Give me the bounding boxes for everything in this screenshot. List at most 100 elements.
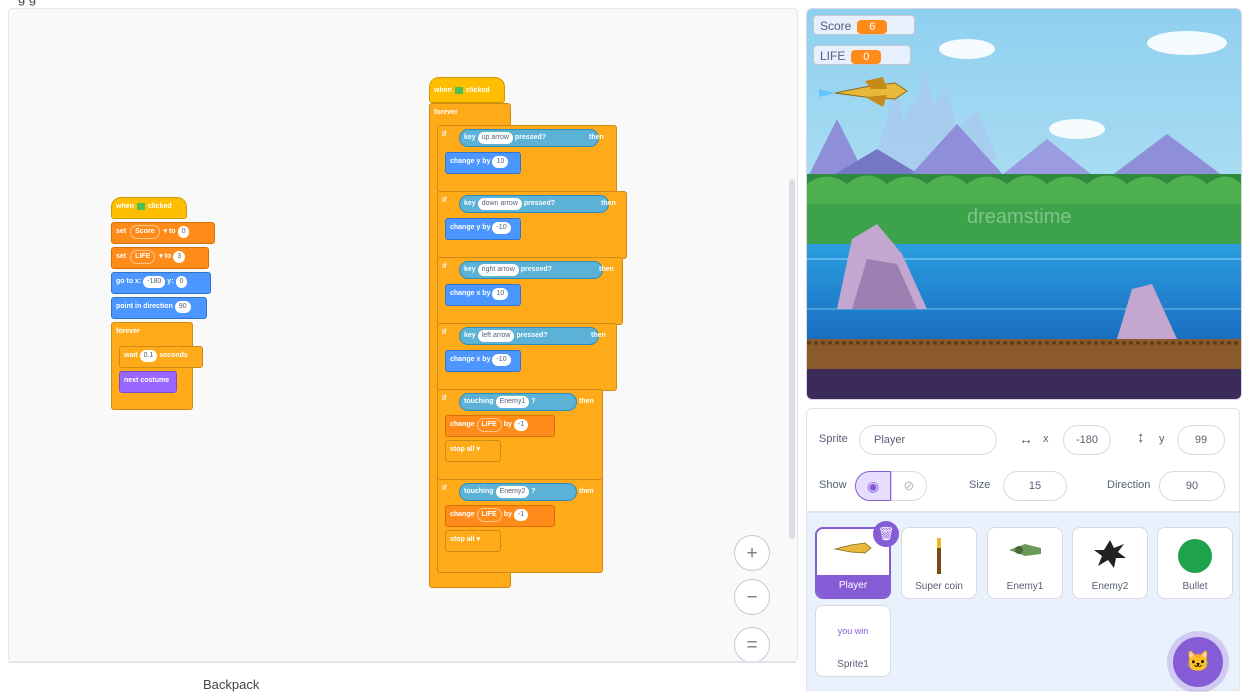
key-dropdown[interactable]: left arrow — [477, 330, 515, 342]
direction-label: Direction — [1107, 479, 1151, 491]
life-monitor[interactable]: LIFE 0 — [813, 45, 911, 65]
change-life-block[interactable]: change LIFE by -1 — [445, 505, 555, 527]
key-pressed-left[interactable]: key left arrow pressed? — [459, 327, 599, 345]
seconds-input[interactable]: 0.1 — [139, 350, 158, 362]
direction-input[interactable]: 90 — [1159, 471, 1225, 501]
block-text: change y by — [450, 158, 491, 165]
block-text: pressed? — [514, 134, 547, 141]
point-in-direction-block[interactable]: point in direction 90 — [111, 297, 207, 319]
touching-enemy2[interactable]: touching Enemy2? — [459, 483, 577, 501]
key-dropdown[interactable]: down arrow — [477, 198, 522, 210]
stop-dropdown[interactable]: all — [467, 536, 475, 543]
key-pressed-down[interactable]: key down arrow pressed? — [459, 195, 609, 213]
stop-all-block[interactable]: stop all ▾ — [445, 440, 501, 462]
x-label: x — [1043, 433, 1049, 445]
sprite-tile-bullet[interactable]: Bullet — [1157, 527, 1233, 599]
change-y-down-block[interactable]: change y by -10 — [445, 218, 521, 240]
when-flag-clicked-block[interactable]: when clicked — [429, 77, 505, 103]
variable-dropdown[interactable]: LIFE — [476, 418, 502, 432]
set-score-block[interactable]: set Score ▾ to 0 — [111, 222, 215, 244]
x-input[interactable]: -180 — [1063, 425, 1111, 455]
y-label: y — [1159, 433, 1165, 445]
sprite-tile-sprite1[interactable]: you win Sprite1 — [815, 605, 891, 677]
sprite-label: Sprite — [819, 433, 848, 445]
size-label: Size — [969, 479, 991, 491]
key-pressed-up[interactable]: key up arrow pressed? — [459, 129, 599, 147]
sprite-tile-enemy1[interactable]: Enemy1 — [987, 527, 1063, 599]
zoom-out-button[interactable]: − — [734, 579, 770, 615]
block-text: if — [442, 131, 447, 138]
sprite-name: Enemy1 — [1006, 581, 1044, 592]
when-flag-clicked-block[interactable]: when clicked — [111, 197, 187, 219]
x-input[interactable]: -180 — [143, 276, 166, 288]
value-input[interactable]: -1 — [513, 509, 529, 521]
value-input[interactable]: 10 — [492, 288, 509, 300]
backpack-bar[interactable]: Backpack — [8, 662, 796, 692]
code-area[interactable]: when clicked set Score ▾ to 0 set LIFE ▾ t… — [8, 8, 798, 662]
variable-dropdown[interactable]: LIFE — [130, 250, 156, 264]
then-label: then — [579, 398, 594, 405]
sprite-dropdown[interactable]: Enemy2 — [495, 486, 530, 498]
block-text: clicked — [147, 203, 172, 210]
sprite-name-input[interactable]: Player — [859, 425, 997, 455]
then-label: then — [589, 134, 604, 141]
backpack-label: Backpack — [203, 677, 260, 692]
then-label: then — [591, 332, 606, 339]
zoom-in-button[interactable]: + — [734, 535, 770, 571]
stage[interactable]: dreamstime Score 6 LIFE 0 — [806, 8, 1242, 400]
value-input[interactable]: -1 — [513, 419, 529, 431]
y-input[interactable]: 0 — [175, 276, 188, 288]
stop-all-block[interactable]: stop all ▾ — [445, 530, 501, 552]
sprite-dropdown[interactable]: Enemy1 — [495, 396, 530, 408]
sprite-tile-enemy2[interactable]: Enemy2 — [1072, 527, 1148, 599]
block-text: key — [464, 266, 476, 273]
block-text: change — [450, 511, 475, 518]
set-life-block[interactable]: set LIFE ▾ to 3 — [111, 247, 209, 269]
sprite-tile-super-coin[interactable]: Super coin — [901, 527, 977, 599]
block-text: to — [164, 253, 172, 260]
zoom-reset-icon: = — [746, 635, 758, 656]
variable-dropdown[interactable]: Score — [130, 225, 160, 239]
then-label: then — [599, 266, 614, 273]
zoom-reset-button[interactable]: = — [734, 627, 770, 661]
block-text: stop — [450, 536, 465, 543]
sprite-pane: Player 🗑 Super coin Enemy1 Enemy2 Bullet… — [806, 512, 1240, 691]
value-input[interactable]: 10 — [492, 156, 509, 168]
next-costume-block[interactable]: next costume — [119, 371, 177, 393]
delete-sprite-button[interactable]: 🗑 — [873, 521, 899, 547]
stop-dropdown[interactable]: all — [467, 446, 475, 453]
direction-input[interactable]: 90 — [174, 301, 191, 313]
change-y-up-block[interactable]: change y by 10 — [445, 152, 521, 174]
show-hidden-toggle[interactable]: ⊘ — [891, 471, 927, 501]
choose-sprite-button[interactable]: 🐱 — [1173, 637, 1223, 687]
y-input[interactable]: 99 — [1177, 425, 1225, 455]
go-to-xy-block[interactable]: go to x: -180 y: 0 — [111, 272, 211, 294]
change-life-block[interactable]: change LIFE by -1 — [445, 415, 555, 437]
key-dropdown[interactable]: up arrow — [477, 132, 513, 144]
key-dropdown[interactable]: right arrow — [477, 264, 519, 276]
block-text: set — [116, 253, 127, 260]
block-text: change — [450, 421, 475, 428]
size-input[interactable]: 15 — [1003, 471, 1067, 501]
block-text: clicked — [465, 87, 490, 94]
stage-backdrop: dreamstime — [807, 9, 1241, 399]
block-text: forever — [434, 109, 458, 116]
score-monitor[interactable]: Score 6 — [813, 15, 915, 35]
value-input[interactable]: 3 — [173, 251, 186, 263]
block-text: touching — [464, 398, 494, 405]
block-text: change x by — [450, 356, 491, 363]
show-visible-toggle[interactable]: ◉ — [855, 471, 891, 501]
code-scrollbar[interactable] — [789, 179, 795, 539]
value-input[interactable]: 0 — [177, 226, 190, 238]
change-x-left-block[interactable]: change x by -10 — [445, 350, 521, 372]
value-input[interactable]: -10 — [492, 222, 511, 234]
block-text: pressed? — [516, 332, 548, 339]
touching-enemy1[interactable]: touching Enemy1? — [459, 393, 577, 411]
key-pressed-right[interactable]: key right arrow pressed? — [459, 261, 603, 279]
block-text: by — [503, 511, 512, 518]
variable-dropdown[interactable]: LIFE — [476, 508, 502, 522]
wait-block[interactable]: wait 0.1 seconds — [119, 346, 203, 368]
value-input[interactable]: -10 — [492, 354, 511, 366]
jet-icon — [833, 542, 872, 554]
change-x-right-block[interactable]: change x by 10 — [445, 284, 521, 306]
